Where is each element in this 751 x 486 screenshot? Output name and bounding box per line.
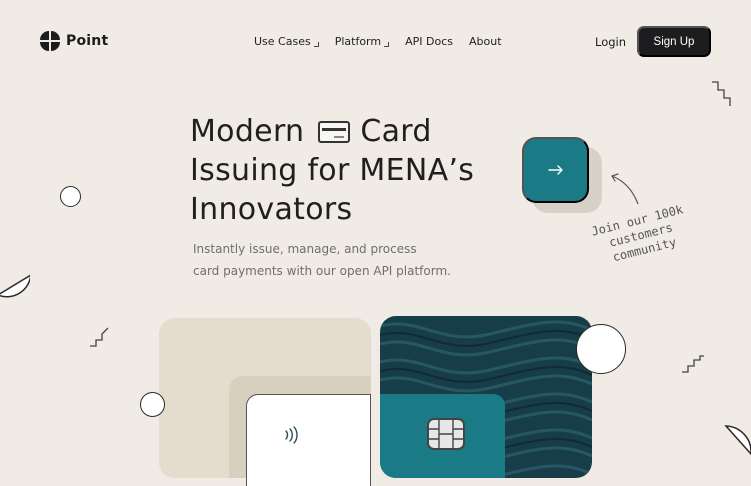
decor-half-circle-left: [0, 273, 30, 298]
subtitle-line-2: card payments with our open API platform…: [193, 264, 451, 278]
headline-line-3: Innovators: [190, 192, 353, 227]
nav-item-use-cases[interactable]: Use Cases: [254, 35, 319, 48]
community-note: Join our 100k customers community: [589, 202, 685, 265]
get-started-arrow-button[interactable]: [522, 137, 589, 203]
nav-label: About: [468, 35, 502, 48]
headline-word-card: Card: [360, 114, 432, 149]
nav-item-about[interactable]: About: [469, 35, 502, 48]
subtitle-line-1: Instantly issue, manage, and process: [193, 242, 417, 256]
white-payment-card: [246, 394, 371, 486]
nav-item-platform[interactable]: Platform: [334, 35, 390, 48]
nav-label: Platform: [334, 35, 382, 48]
arrow-right-icon: [547, 165, 563, 175]
contactless-icon: [285, 426, 298, 444]
decor-circle-card: [140, 392, 165, 417]
curved-arrow-icon: [611, 173, 639, 205]
card-chip-icon: [427, 418, 465, 450]
nav-label: Use Cases: [254, 35, 311, 48]
brand-name: Point: [66, 33, 109, 49]
hero-subtitle: Instantly issue, manage, and process car…: [193, 238, 451, 282]
hero-headline: Modern Card Issuing for MENA’s Innovator…: [190, 112, 474, 229]
signup-button[interactable]: Sign Up: [637, 26, 711, 57]
chip-lines: [429, 420, 463, 448]
headline-word-modern: Modern: [190, 114, 305, 149]
credit-card-icon: [318, 120, 351, 143]
nav-item-api-docs[interactable]: API Docs: [405, 35, 453, 48]
nav-label: API Docs: [405, 35, 453, 48]
decor-half-circle-right: [724, 425, 751, 456]
login-link[interactable]: Login: [595, 35, 626, 49]
chevron-down-icon: [384, 42, 390, 47]
decor-zigzag-left: [90, 327, 109, 347]
headline-line-2: Issuing for MENA’s: [190, 153, 475, 188]
four-leaf-logo-icon: [40, 31, 60, 51]
decor-circle-large: [576, 324, 626, 374]
brand-logo[interactable]: Point: [40, 31, 108, 51]
teal-payment-card: [380, 394, 505, 478]
main-nav: Use Cases Platform API Docs About: [254, 35, 502, 48]
decor-zigzag-right: [682, 355, 704, 373]
decor-circle-left: [60, 186, 81, 207]
chevron-down-icon: [313, 42, 319, 47]
decor-zigzag-top-right: [712, 81, 731, 106]
